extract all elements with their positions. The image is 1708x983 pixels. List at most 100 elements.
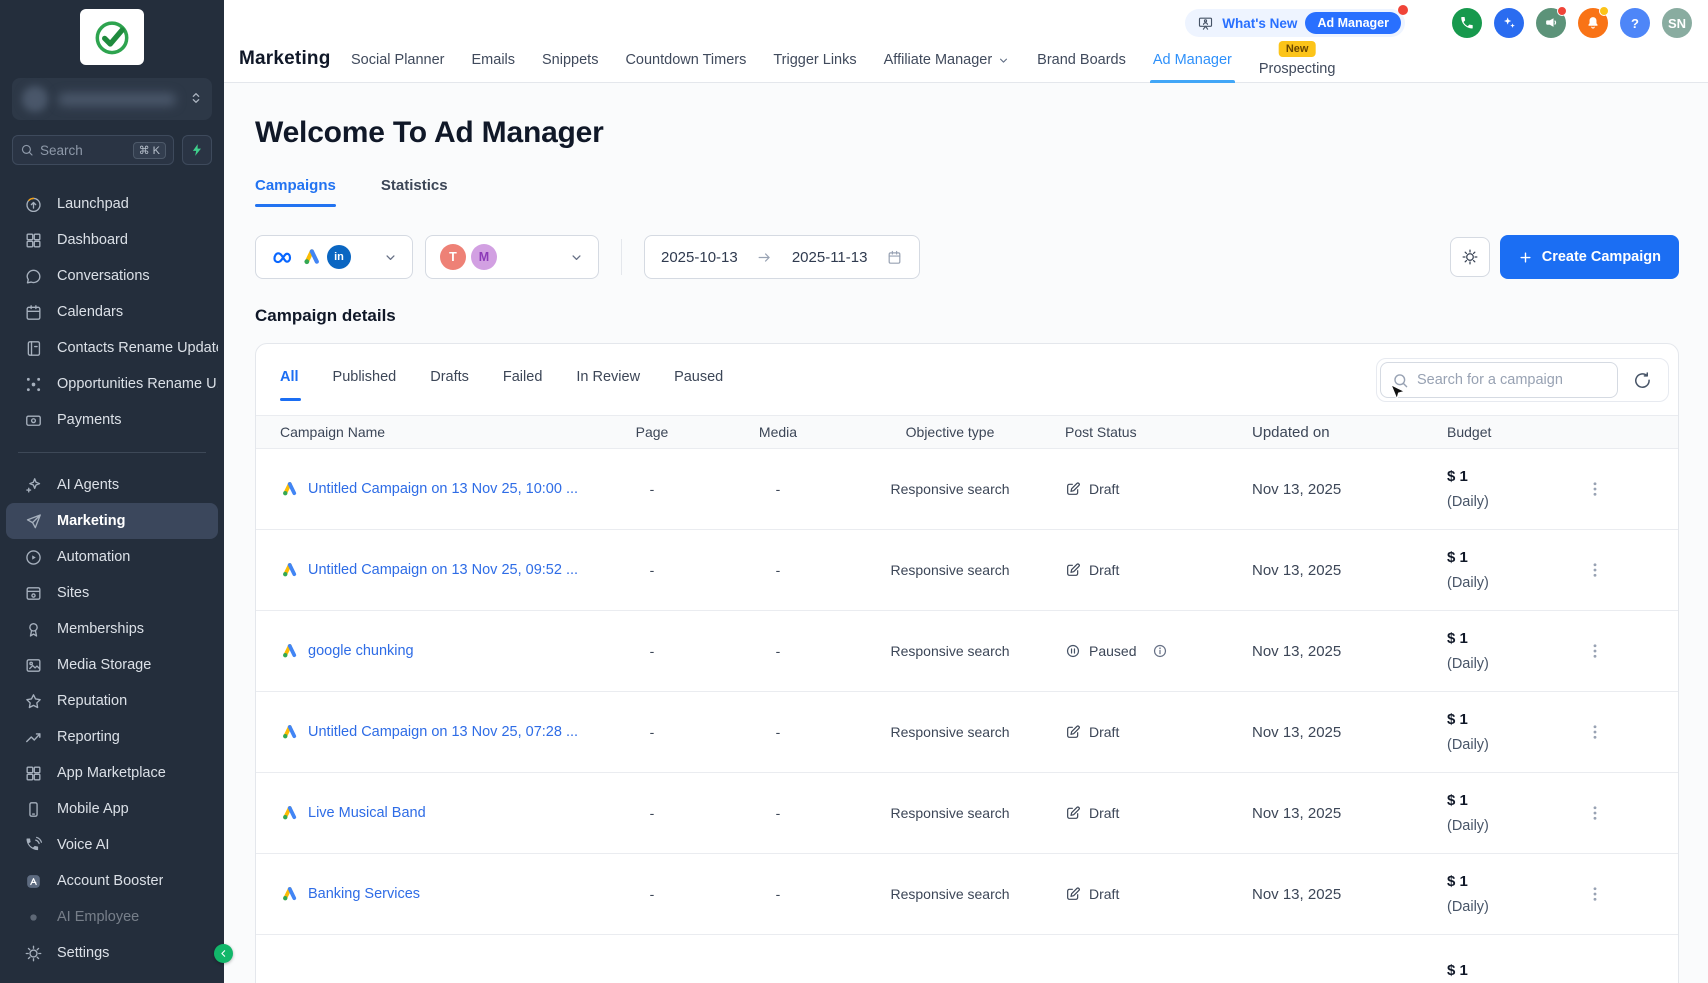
google-ads-icon [280,804,298,822]
tab-statistics[interactable]: Statistics [381,177,448,207]
sidebar-item-account-booster[interactable]: Account Booster [6,863,218,899]
filter-tab-paused[interactable]: Paused [674,369,723,385]
updated-on-cell: Nov 13, 2025 [1246,643,1436,660]
sidebar-item-ai-employee[interactable]: AI Employee [6,899,218,935]
notification-dot [1398,5,1408,15]
sidebar-item-marketing[interactable]: Marketing [6,503,218,539]
campaign-name-link[interactable]: Live Musical Band [308,805,426,821]
sidebar-search-input[interactable]: Search ⌘ K [12,135,174,165]
row-menu-kebab-icon[interactable] [1586,480,1604,498]
sidebar-item-contacts[interactable]: Contacts Rename Update [6,330,218,366]
campaign-settings-button[interactable] [1450,237,1490,277]
budget-cell: $ 1 [1436,962,1586,983]
quick-actions-bolt-button[interactable] [182,135,212,165]
campaign-search-input[interactable]: Search for a campaign [1380,362,1618,398]
sidebar-collapse-button[interactable] [214,944,233,963]
tab-snippets[interactable]: Snippets [542,0,598,83]
edit-draft-icon [1065,886,1081,902]
info-icon[interactable] [1152,643,1168,659]
sidebar-item-icon [24,656,43,675]
sidebar-item-app-marketplace[interactable]: App Marketplace [6,755,218,791]
sidebar-item-voice-ai[interactable]: Voice AI [6,827,218,863]
sidebar-item-icon [24,231,43,250]
sidebar-item-conversations[interactable]: Conversations [6,258,218,294]
ai-sparkles-icon[interactable] [1494,8,1524,38]
meta-icon [270,245,295,270]
tab-affiliate-manager[interactable]: Affiliate Manager [884,0,1011,83]
sidebar-item-ai-agents[interactable]: AI Agents [6,467,218,503]
updated-on-cell: Nov 13, 2025 [1246,481,1436,498]
google-ads-icon [280,723,298,741]
tab-campaigns[interactable]: Campaigns [255,177,336,207]
filter-tab-failed[interactable]: Failed [503,369,543,385]
sidebar-item-automation[interactable]: Automation [6,539,218,575]
whats-new-pill[interactable]: What's New Ad Manager [1185,9,1405,37]
sidebar-item-reporting[interactable]: Reporting [6,719,218,755]
sidebar-item-calendars[interactable]: Calendars [6,294,218,330]
create-campaign-button[interactable]: Create Campaign [1500,235,1679,279]
media-cell: - [712,562,844,578]
campaign-name-link[interactable]: Untitled Campaign on 13 Nov 25, 07:28 ..… [308,724,578,740]
filter-tab-all[interactable]: All [280,369,299,385]
filter-tab-in-review[interactable]: In Review [576,369,640,385]
account-switcher[interactable] [12,78,212,120]
row-menu-kebab-icon[interactable] [1586,804,1604,822]
sidebar-item-media-storage[interactable]: Media Storage [6,647,218,683]
sidebar-item-settings[interactable]: Settings [6,935,218,971]
sidebar-item-icon [24,692,43,711]
table-header-row: Campaign Name Page Media Objective type … [256,415,1678,449]
sidebar: Search ⌘ K Launchpad Dashboard [0,0,224,983]
sidebar-item-icon [24,195,43,214]
campaign-name-link[interactable]: google chunking [308,643,414,659]
megaphone-icon[interactable] [1536,8,1566,38]
date-range-picker[interactable]: 2025-10-13 2025-11-13 [644,235,920,279]
sidebar-item-launchpad[interactable]: Launchpad [6,186,218,222]
sidebar-item-mobile-app[interactable]: Mobile App [6,791,218,827]
sidebar-item-opportunities[interactable]: Opportunities Rename U... [6,366,218,402]
sidebar-item-icon [24,800,43,819]
sidebar-item-sites[interactable]: Sites [6,575,218,611]
account-filter-dropdown[interactable]: TM [425,235,599,279]
row-menu-kebab-icon[interactable] [1586,561,1604,579]
sidebar-item-icon [24,476,43,495]
gear-icon [24,944,43,963]
updated-on-cell: Nov 13, 2025 [1246,724,1436,741]
section-title: Campaign details [255,306,1679,326]
welcome-heading: Welcome To Ad Manager [255,116,1679,150]
refresh-icon[interactable] [1633,371,1652,390]
notifications-bell-icon[interactable] [1578,8,1608,38]
chevron-up-down-icon [188,87,204,109]
tab-social-planner[interactable]: Social Planner [351,0,445,83]
budget-cell: $ 1 (Daily) [1436,792,1586,834]
row-menu-kebab-icon[interactable] [1586,723,1604,741]
sidebar-item-icon [24,548,43,567]
search-shortcut-badge: ⌘ K [133,142,166,159]
divider [621,239,622,275]
sidebar-item-dashboard[interactable]: Dashboard [6,222,218,258]
platform-filter-dropdown[interactable]: in [255,235,413,279]
page-title: Marketing [239,48,331,70]
row-menu-kebab-icon[interactable] [1586,642,1604,660]
campaign-name-link[interactable]: Untitled Campaign on 13 Nov 25, 10:00 ..… [308,481,578,497]
sidebar-item-icon [24,764,43,783]
filter-tab-published[interactable]: Published [333,369,397,385]
table-row: Untitled Campaign on 13 Nov 25, 10:00 ..… [256,449,1678,530]
tab-emails[interactable]: Emails [472,0,516,83]
post-status-cell: Draft [1056,805,1246,821]
sidebar-item-payments[interactable]: Payments [6,402,218,438]
sidebar-item-memberships[interactable]: Memberships [6,611,218,647]
row-menu-kebab-icon[interactable] [1586,885,1604,903]
phone-icon[interactable] [1452,8,1482,38]
tab-brand-boards[interactable]: Brand Boards [1037,0,1126,83]
tab-countdown-timers[interactable]: Countdown Timers [625,0,746,83]
campaign-name-link[interactable]: Untitled Campaign on 13 Nov 25, 09:52 ..… [308,562,578,578]
help-icon[interactable]: ? [1620,8,1650,38]
media-cell: - [712,805,844,821]
filter-tab-drafts[interactable]: Drafts [430,369,469,385]
tab-trigger-links[interactable]: Trigger Links [773,0,856,83]
campaign-name-link[interactable]: Banking Services [308,886,420,902]
sidebar-item-reputation[interactable]: Reputation [6,683,218,719]
page-cell: - [592,562,712,578]
user-avatar[interactable]: SN [1662,8,1692,38]
plus-icon [1518,250,1533,265]
